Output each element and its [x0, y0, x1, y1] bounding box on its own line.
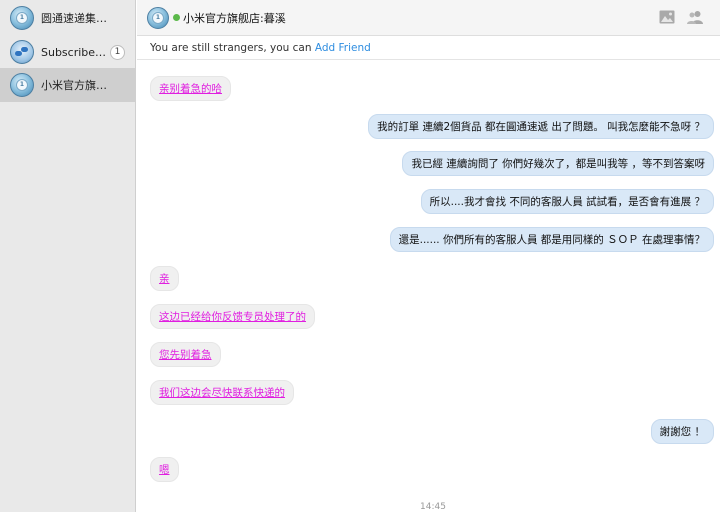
message-text[interactable]: 亲别着急的哈: [159, 83, 222, 95]
incoming-message: 我们这边会尽快联系快递的: [150, 380, 294, 405]
online-status-dot: [173, 14, 180, 21]
avatar: 1: [10, 73, 34, 97]
conversation-label: Subscribe…: [41, 45, 107, 59]
message-text: 所以....我才會找 不同的客服人員 試試看，是否會有進展 ？: [429, 196, 705, 208]
incoming-message: 您先别着急: [150, 342, 221, 367]
conversation-label: 小米官方旗…: [41, 79, 107, 92]
chat-header: 1 小米官方旗舰店:暮溪: [137, 0, 720, 36]
incoming-message: 亲别着急的哈: [150, 76, 231, 101]
chat-title: 小米官方旗舰店:暮溪: [183, 11, 286, 25]
incoming-message: 亲: [150, 266, 179, 291]
avatar: [10, 40, 34, 64]
avatar: 1: [10, 6, 34, 30]
message-text: 我的訂單 連續2個貨品 都在圓通速遞 出了問題。 叫我怎麼能不急呀 ？: [377, 121, 705, 133]
message-text[interactable]: 您先别着急: [159, 349, 212, 361]
conversation-sidebar: 1 圆通速递集… Subscribe… 1 1 小米官方旗…: [0, 0, 136, 512]
avatar[interactable]: 1: [147, 6, 169, 29]
outgoing-message: 我的訂單 連續2個貨品 都在圓通速遞 出了問題。 叫我怎麼能不急呀 ？: [368, 114, 714, 139]
add-friend-link[interactable]: Add Friend: [315, 42, 371, 54]
message-text[interactable]: 我们这边会尽快联系快递的: [159, 387, 285, 399]
message-text[interactable]: 这边已经给你反馈专员处理了的: [159, 311, 306, 323]
incoming-message: 这边已经给你反馈专员处理了的: [150, 304, 315, 329]
message-text[interactable]: 亲: [159, 273, 170, 285]
outgoing-message: 還是...... 你們所有的客服人員 都是用同樣的 ＳＯＰ 在處理事情？: [389, 227, 714, 252]
outgoing-message: 我已經 連續詢問了 你們好幾次了，都是叫我等 ，等不到答案呀: [402, 151, 714, 176]
message-timestamp: 14:45: [420, 502, 446, 512]
unread-badge: 1: [110, 45, 125, 60]
outgoing-message: 所以....我才會找 不同的客服人員 試試看，是否會有進展 ？: [420, 189, 714, 214]
outgoing-message: 謝謝您 ！: [650, 419, 714, 444]
message-text: 謝謝您 ！: [659, 426, 705, 438]
message-text[interactable]: 嗯: [159, 464, 170, 476]
picture-icon[interactable]: [659, 10, 675, 24]
conversation-label: 圆通速递集…: [41, 12, 107, 25]
message-text: 還是...... 你們所有的客服人員 都是用同樣的 ＳＯＰ 在處理事情？: [398, 234, 705, 246]
group-icon[interactable]: [687, 10, 703, 24]
stranger-notice-text: You are still strangers, you can: [150, 42, 315, 54]
conversation-item-yto[interactable]: 1 圆通速递集…: [0, 1, 135, 35]
conversation-item-subscribe[interactable]: Subscribe… 1: [0, 35, 135, 69]
incoming-message: 嗯: [150, 457, 179, 482]
conversation-item-xiaomi[interactable]: 1 小米官方旗…: [0, 68, 135, 102]
message-text: 我已經 連續詢問了 你們好幾次了，都是叫我等 ，等不到答案呀: [411, 158, 705, 170]
stranger-notice: You are still strangers, you can Add Fri…: [137, 37, 720, 60]
